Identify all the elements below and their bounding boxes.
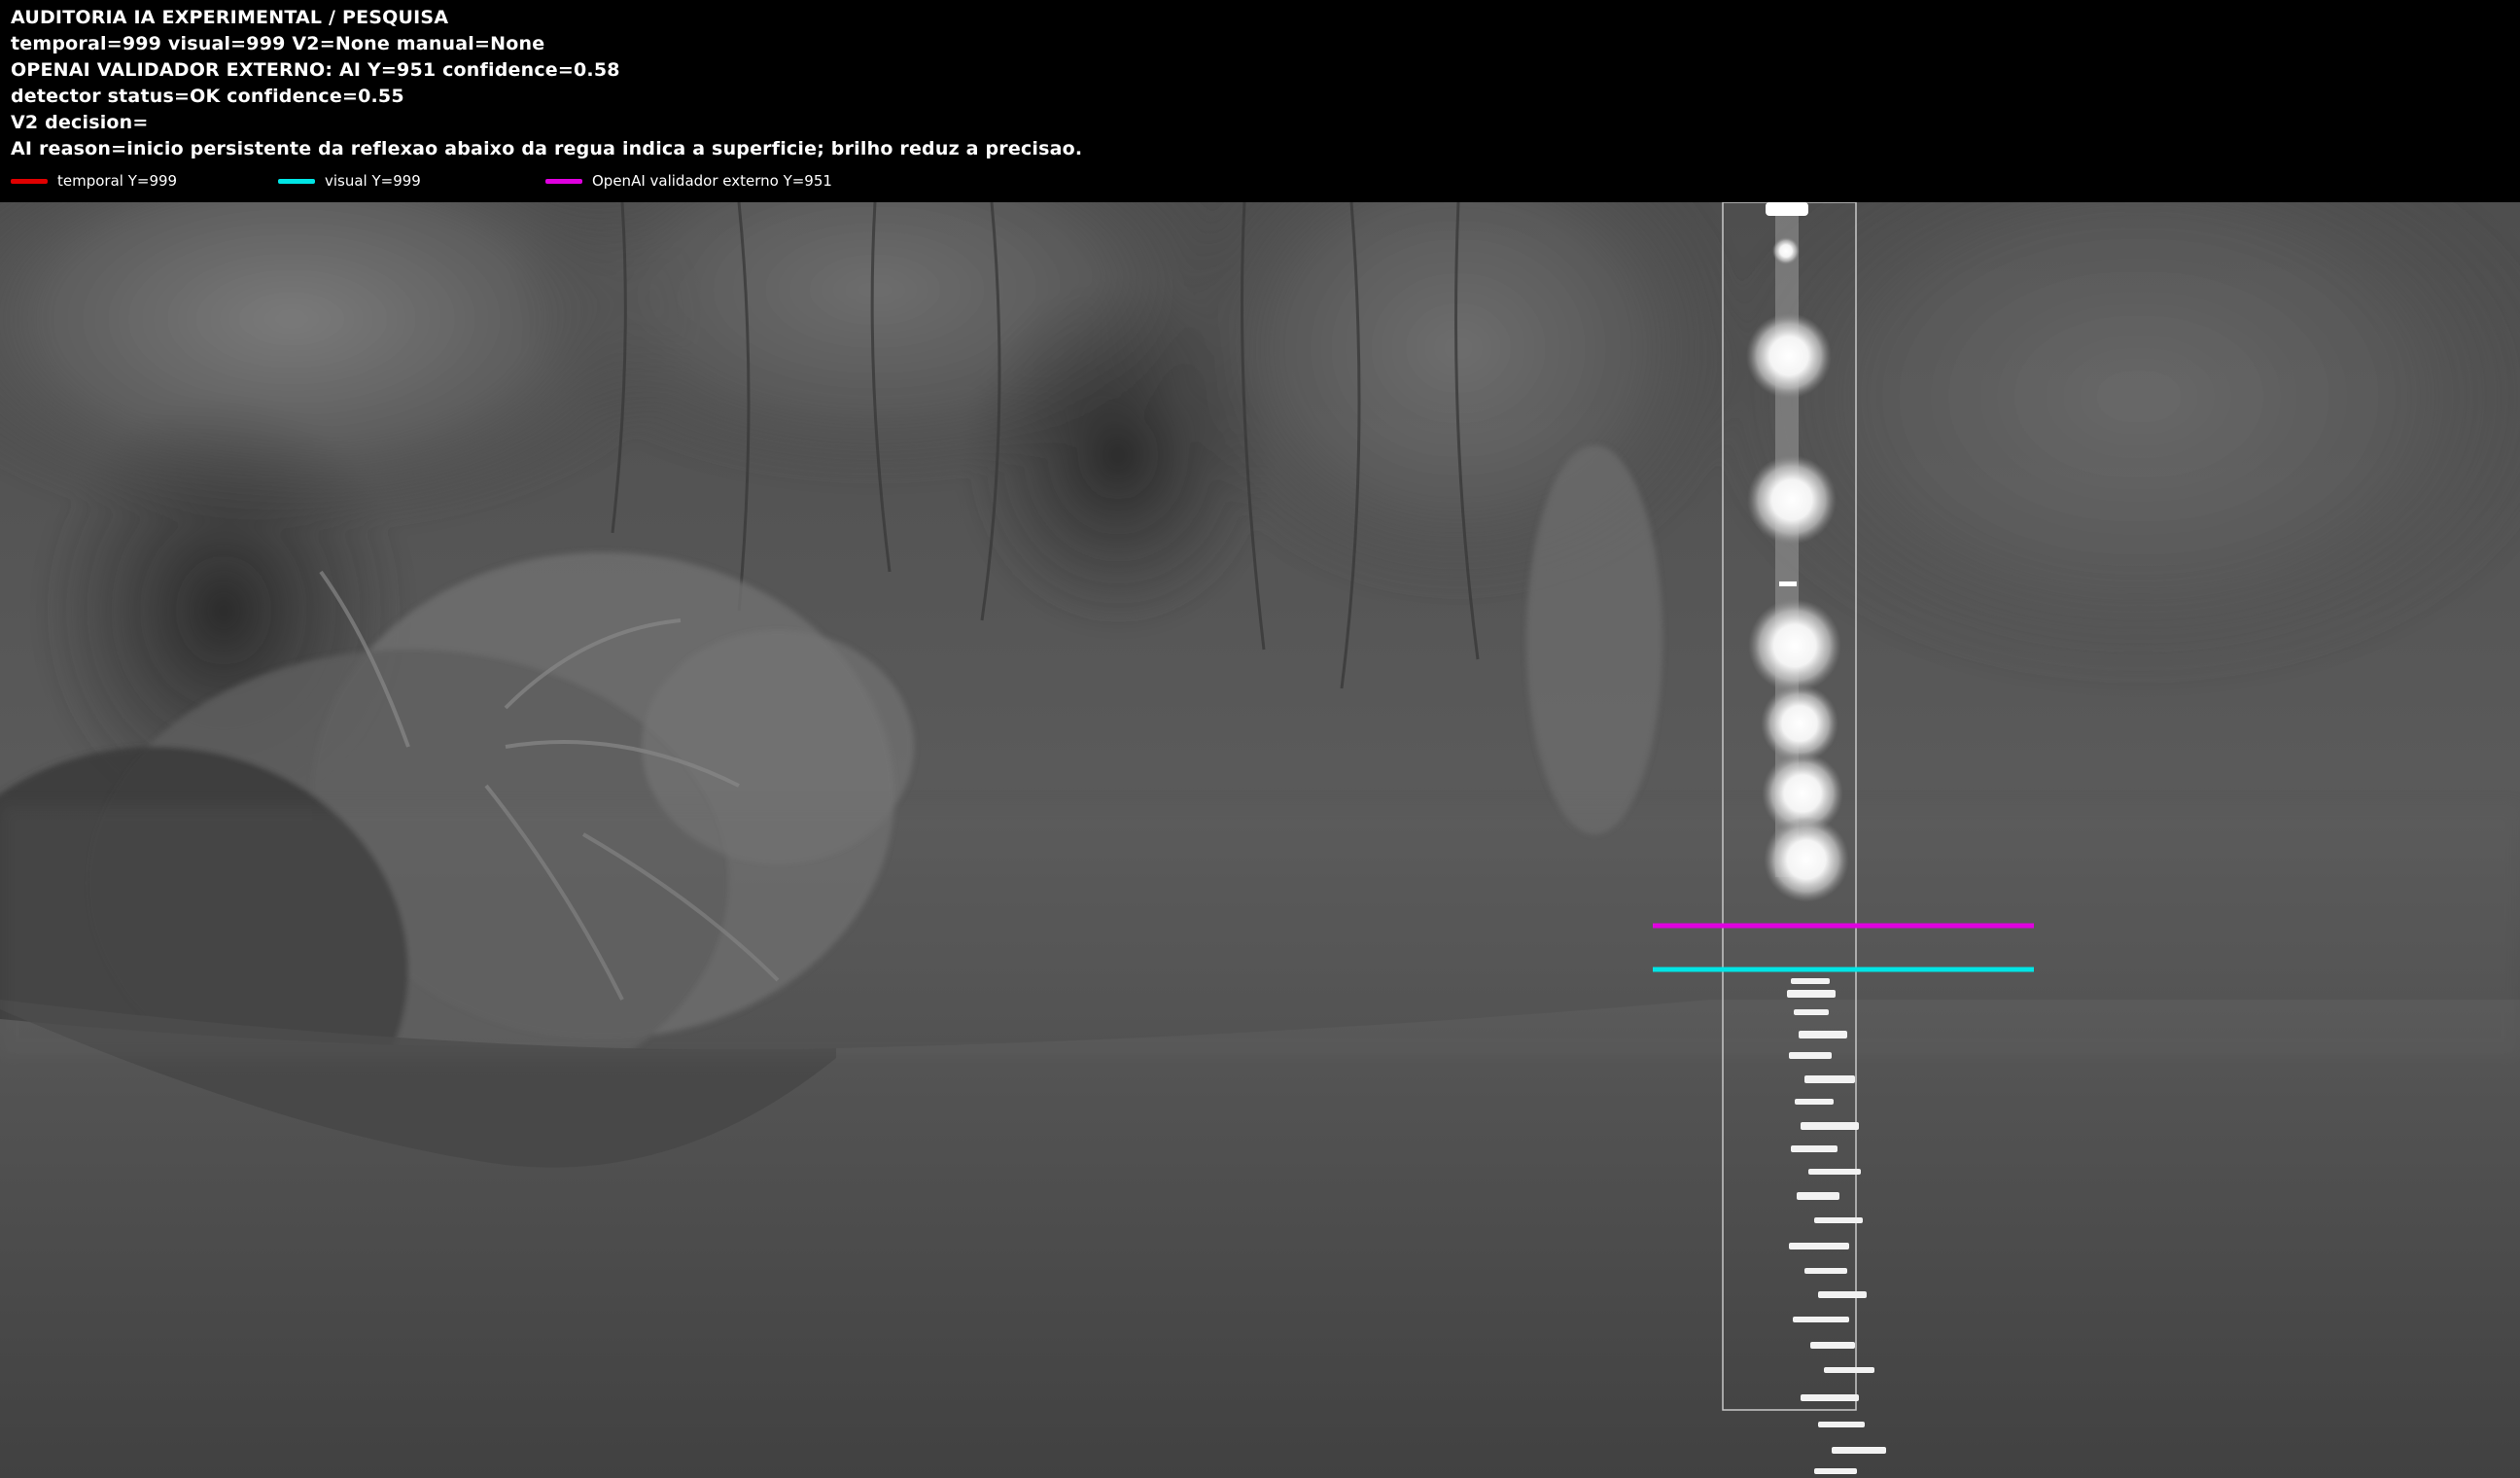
infrared-camera-frame: [0, 202, 2520, 1478]
readings-line: temporal=999 visual=999 V2=None manual=N…: [11, 33, 545, 54]
ai-reason-line: AI reason=inicio persistente da reflexao…: [11, 138, 1083, 159]
legend-visual: visual Y=999: [278, 171, 421, 191]
legend-openai-label: OpenAI validador externo Y=951: [592, 172, 832, 190]
legend-temporal-swatch: [11, 178, 48, 184]
v2-decision-line: V2 decision=: [11, 112, 149, 133]
audit-header: AUDITORIA IA EXPERIMENTAL / PESQUISA tem…: [0, 0, 2520, 202]
right-fern: [1526, 445, 1662, 834]
legend-visual-label: visual Y=999: [325, 172, 421, 190]
camera-audit-view: AUDITORIA IA EXPERIMENTAL / PESQUISA tem…: [0, 0, 2520, 1478]
legend-visual-swatch: [278, 178, 315, 184]
legend-openai-swatch: [545, 178, 582, 184]
openai-validator-line: OPENAI VALIDADOR EXTERNO: AI Y=951 confi…: [11, 59, 620, 81]
legend-openai: OpenAI validador externo Y=951: [545, 171, 832, 191]
mist: [0, 805, 2520, 1058]
audit-title: AUDITORIA IA EXPERIMENTAL / PESQUISA: [11, 7, 449, 28]
detector-status-line: detector status=OK confidence=0.55: [11, 86, 404, 107]
legend-temporal: temporal Y=999: [11, 171, 177, 191]
legend-temporal-label: temporal Y=999: [57, 172, 178, 190]
